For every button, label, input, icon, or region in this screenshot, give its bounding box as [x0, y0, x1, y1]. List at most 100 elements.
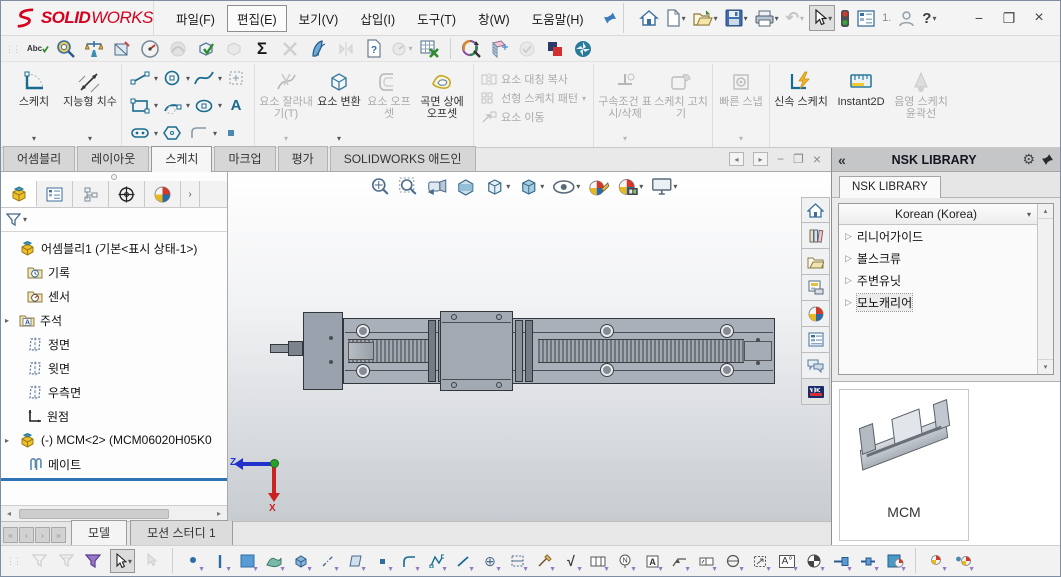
- equations-icon[interactable]: Σ: [251, 38, 273, 60]
- scroll-up-arrow[interactable]: ▴: [1038, 204, 1053, 219]
- tree-item-mcm-component[interactable]: ▸ (-) MCM<2> (MCM06020H05K0: [1, 428, 227, 452]
- slot-caret[interactable]: ▾: [154, 129, 158, 138]
- filter-weld-symbols-icon[interactable]: ▼: [669, 550, 689, 572]
- convert-dropdown-caret[interactable]: ▾: [337, 135, 341, 146]
- tab-evaluate[interactable]: 평가: [278, 146, 328, 171]
- nsk-library-tab[interactable]: NSK LIBRARY: [839, 176, 941, 198]
- filter-reference-planes-icon[interactable]: ▼: [507, 550, 527, 572]
- tab-markup[interactable]: 마크업: [214, 146, 275, 171]
- menu-view[interactable]: 보기(V): [289, 5, 349, 32]
- linear-pattern-button[interactable]: 선형 스케치 패턴 ▾: [481, 90, 586, 106]
- zoom-fit-icon[interactable]: [368, 175, 391, 198]
- model-tab[interactable]: 모델: [71, 520, 127, 545]
- filter-surface-finish-icon[interactable]: √▼: [561, 550, 581, 572]
- move-entities-button[interactable]: 요소 이동: [481, 109, 586, 125]
- import-diagnostics-icon[interactable]: [223, 38, 245, 60]
- view-settings-icon[interactable]: [649, 176, 678, 197]
- expander-icon[interactable]: ▷: [845, 253, 852, 264]
- repair-sketch-button[interactable]: 스케치 고치기: [653, 65, 709, 146]
- text-tool-icon[interactable]: A: [223, 96, 249, 116]
- expander-icon[interactable]: ▸: [5, 316, 14, 325]
- display-delete-relations-button[interactable]: 구속조건 표시/삭제 ▾: [597, 65, 653, 146]
- fillet-tool-icon[interactable]: [186, 123, 212, 143]
- taskpane-home-icon[interactable]: [801, 197, 830, 223]
- display-style-icon[interactable]: [516, 176, 545, 198]
- menu-window[interactable]: 창(W): [468, 5, 520, 32]
- fly-through-icon[interactable]: [307, 38, 329, 60]
- filter-solid-bodies-icon[interactable]: ▼: [291, 550, 311, 572]
- menu-file[interactable]: 파일(F): [166, 5, 225, 32]
- nsk-library-addin-icon[interactable]: [801, 379, 830, 405]
- measure-icon[interactable]: [55, 38, 77, 60]
- tab-sketch[interactable]: 스케치: [151, 146, 212, 172]
- offset-entities-button[interactable]: 요소 오프셋: [364, 65, 414, 146]
- filter-notes-icon[interactable]: A▼: [642, 550, 662, 572]
- forum-icon[interactable]: [801, 353, 830, 379]
- nsk-blocks-icon[interactable]: [544, 38, 566, 60]
- ellipse-tool-icon[interactable]: [191, 96, 217, 116]
- minimize-button[interactable]: −: [966, 7, 992, 29]
- configurationmanager-tab[interactable]: [73, 181, 109, 207]
- tree-item-front-plane[interactable]: 정면: [1, 332, 227, 356]
- expander-icon[interactable]: ▷: [845, 297, 852, 308]
- new-document-icon[interactable]: [664, 5, 688, 31]
- apply-scene-icon[interactable]: [615, 176, 644, 198]
- nsk-item-ball-screw[interactable]: ▷ 볼스크류: [839, 247, 1037, 269]
- magnified-selection-icon[interactable]: [142, 550, 162, 572]
- user-icon[interactable]: [896, 5, 917, 31]
- rectangle-caret[interactable]: ▾: [154, 101, 158, 110]
- rectangle-tool-icon[interactable]: [127, 96, 153, 116]
- filter-faces-icon[interactable]: ▼: [237, 550, 257, 572]
- check-entity-icon[interactable]: [195, 38, 217, 60]
- slot-tool-icon[interactable]: [127, 123, 153, 143]
- expander-icon[interactable]: ▷: [845, 231, 852, 242]
- panel-tabs-overflow[interactable]: ›: [181, 181, 200, 207]
- nsk-item-peripheral-unit[interactable]: ▷ 주변유닛: [839, 269, 1037, 291]
- save-icon[interactable]: [723, 5, 750, 31]
- filter-vertices-icon[interactable]: ▼: [183, 550, 203, 572]
- filter-routing-points-icon[interactable]: ▼: [858, 550, 878, 572]
- tree-item-top-plane[interactable]: 윗면: [1, 356, 227, 380]
- filter-sketch-contours-icon[interactable]: ▼: [426, 550, 446, 572]
- tree-item-sensors[interactable]: 센서: [1, 284, 227, 308]
- filter-sketch-points-icon[interactable]: ▼: [372, 550, 392, 572]
- filter-weights-icon[interactable]: ▼: [804, 550, 824, 572]
- traffic-light-icon[interactable]: [838, 5, 852, 31]
- tree-filter-caret[interactable]: ▾: [23, 215, 27, 224]
- panel-settings-gear-icon[interactable]: ⚙: [1022, 151, 1035, 168]
- filter-axes-icon[interactable]: ▼: [318, 550, 338, 572]
- doc-next-button[interactable]: ▸: [753, 152, 768, 166]
- close-button[interactable]: ×: [1026, 7, 1052, 29]
- view-palette-icon[interactable]: [801, 275, 830, 301]
- linear-pattern-caret[interactable]: ▾: [582, 94, 586, 103]
- sketch-button[interactable]: 스케치 ▾: [6, 65, 62, 146]
- quick-snaps-caret[interactable]: ▾: [739, 135, 743, 146]
- sensor-icon[interactable]: [391, 38, 413, 60]
- tab-assembly[interactable]: 어셈블리: [3, 146, 75, 171]
- maximize-button[interactable]: ❐: [996, 7, 1022, 29]
- shaded-contours-button[interactable]: 음영 스케치 윤곽선: [893, 65, 949, 146]
- document-properties-icon[interactable]: ?: [363, 38, 385, 60]
- hide-show-items-icon[interactable]: [550, 177, 581, 197]
- tree-item-right-plane[interactable]: 우측면: [1, 380, 227, 404]
- filter-annotation-views-icon[interactable]: ▼: [750, 550, 770, 572]
- nsk-item-linear-guide[interactable]: ▷ 리니어가이드: [839, 225, 1037, 247]
- performance-evaluation-icon[interactable]: [139, 38, 161, 60]
- tree-item-mates[interactable]: 메이트: [1, 452, 227, 476]
- zoom-area-icon[interactable]: [396, 175, 419, 198]
- mass-properties-icon[interactable]: [83, 38, 105, 60]
- nsk-pinwheel-icon[interactable]: [572, 38, 594, 60]
- edit-appearance-icon[interactable]: [586, 176, 610, 198]
- nsk-scrollbar[interactable]: ▴ ▾: [1037, 204, 1053, 374]
- file-explorer-icon[interactable]: [801, 249, 830, 275]
- arc-caret[interactable]: ▾: [186, 101, 190, 110]
- tree-item-annotations[interactable]: ▸ A 주석: [1, 308, 227, 332]
- mesh-section-icon[interactable]: [488, 38, 510, 60]
- trim-dropdown-caret[interactable]: ▾: [284, 135, 288, 146]
- doc-restore-button[interactable]: ❐: [793, 152, 804, 166]
- deviation-analysis-icon[interactable]: [279, 38, 301, 60]
- circle-caret[interactable]: ▾: [186, 74, 190, 83]
- language-selector[interactable]: Korean (Korea) ▾: [839, 204, 1037, 225]
- filter-origins-icon[interactable]: ⊕▼: [480, 550, 500, 572]
- scroll-right-arrow[interactable]: ▸: [211, 506, 227, 521]
